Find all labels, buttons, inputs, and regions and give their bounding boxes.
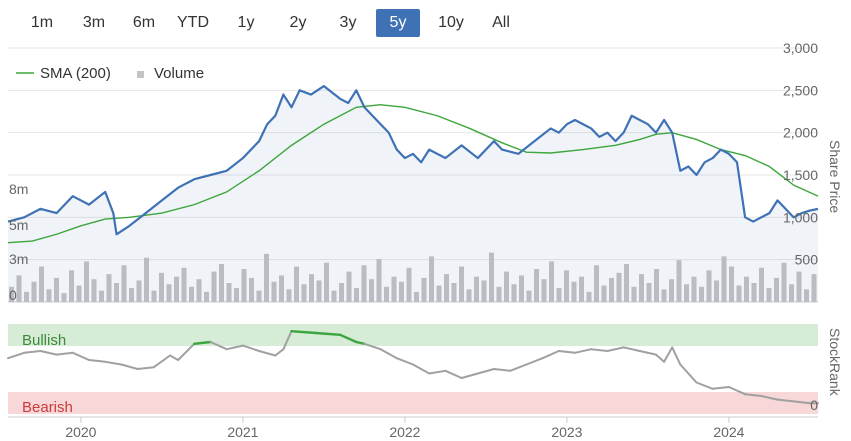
stockrank-segment bbox=[509, 363, 528, 372]
stockrank-segment bbox=[525, 357, 544, 366]
stockrank-segment bbox=[444, 369, 463, 379]
stockrank-segment bbox=[104, 360, 123, 366]
price-area bbox=[8, 86, 818, 302]
bullish-label: Bullish bbox=[22, 332, 66, 349]
stockrank-segment bbox=[606, 346, 625, 352]
x-tick-label: 2024 bbox=[713, 424, 744, 440]
x-tick-label: 2023 bbox=[551, 424, 582, 440]
stockrank-segment bbox=[152, 354, 171, 369]
stockrank-segment bbox=[541, 350, 560, 360]
stockrank-segment bbox=[395, 357, 414, 366]
stockrank-segment bbox=[655, 353, 666, 363]
stockrank-segment bbox=[71, 351, 90, 361]
price-tick-label: 3,000 bbox=[783, 40, 818, 56]
price-tick-label: 500 bbox=[795, 252, 819, 268]
bearish-band bbox=[8, 392, 818, 414]
stockrank-segment bbox=[428, 369, 447, 375]
stockrank-segment bbox=[493, 368, 512, 372]
price-chart: 500 1,000 1,500 2,000 2,500 3,000 0 3m 5m 8m 0 2020… bbox=[7, 40, 843, 440]
stockrank-segment bbox=[679, 363, 698, 384]
stockrank-segment bbox=[169, 354, 180, 361]
legend: SMA (200) Volume bbox=[16, 65, 204, 82]
volume-legend-swatch bbox=[137, 71, 144, 78]
stockrank-segment bbox=[711, 386, 730, 390]
price-tick-label: 1,000 bbox=[783, 209, 818, 225]
stockrank-segment bbox=[574, 348, 593, 354]
stockrank-tick-label: 0 bbox=[810, 397, 818, 413]
volume-tick-label: 5m bbox=[9, 217, 28, 233]
stockrank-segment bbox=[663, 346, 674, 363]
stockrank-segment bbox=[136, 366, 155, 370]
x-tick-label: 2021 bbox=[227, 424, 258, 440]
stockrank-segment bbox=[671, 346, 682, 366]
stockrank-segment bbox=[476, 368, 495, 375]
stockrank-segment bbox=[241, 344, 261, 352]
sma-legend-label: SMA (200) bbox=[40, 65, 111, 82]
stockrank-axis-title: StockRank bbox=[827, 328, 843, 397]
stockrank-segment bbox=[39, 350, 58, 356]
stockrank-segment bbox=[55, 351, 74, 356]
price-tick-label: 1,500 bbox=[783, 167, 818, 183]
volume-legend-label: Volume bbox=[154, 65, 204, 82]
stockrank-segment bbox=[638, 350, 657, 356]
stockrank-segment bbox=[120, 363, 139, 370]
stockrank-segment bbox=[225, 344, 244, 351]
stockrank-bands bbox=[8, 324, 818, 414]
stockrank-segment bbox=[412, 363, 431, 375]
x-tick-label: 2020 bbox=[65, 424, 96, 440]
volume-tick-label: 3m bbox=[9, 251, 28, 267]
stockrank-segment bbox=[557, 350, 576, 354]
stockrank-segment bbox=[460, 372, 479, 379]
price-tick-label: 2,500 bbox=[783, 82, 818, 98]
stockrank-segment bbox=[23, 350, 42, 354]
stockrank-segment bbox=[88, 359, 107, 363]
stockrank-segment bbox=[379, 348, 398, 360]
stockrank-segment bbox=[622, 346, 641, 352]
bearish-label: Bearish bbox=[22, 399, 73, 416]
price-tick-label: 2,000 bbox=[783, 125, 818, 141]
stockrank-segment bbox=[7, 351, 26, 360]
volume-tick-label: 8m bbox=[9, 181, 28, 197]
stockrank-segment bbox=[695, 381, 714, 390]
x-tick-label: 2022 bbox=[389, 424, 420, 440]
share-price-axis-title: Share Price bbox=[827, 140, 843, 213]
bullish-band bbox=[8, 324, 818, 346]
stockrank-segment bbox=[590, 348, 609, 352]
stockrank-segment bbox=[274, 348, 285, 357]
stockrank-segment bbox=[177, 342, 196, 361]
price-area-fill bbox=[8, 86, 818, 302]
volume-tick-label: 0 bbox=[9, 287, 17, 303]
stockrank-segment bbox=[258, 350, 277, 357]
